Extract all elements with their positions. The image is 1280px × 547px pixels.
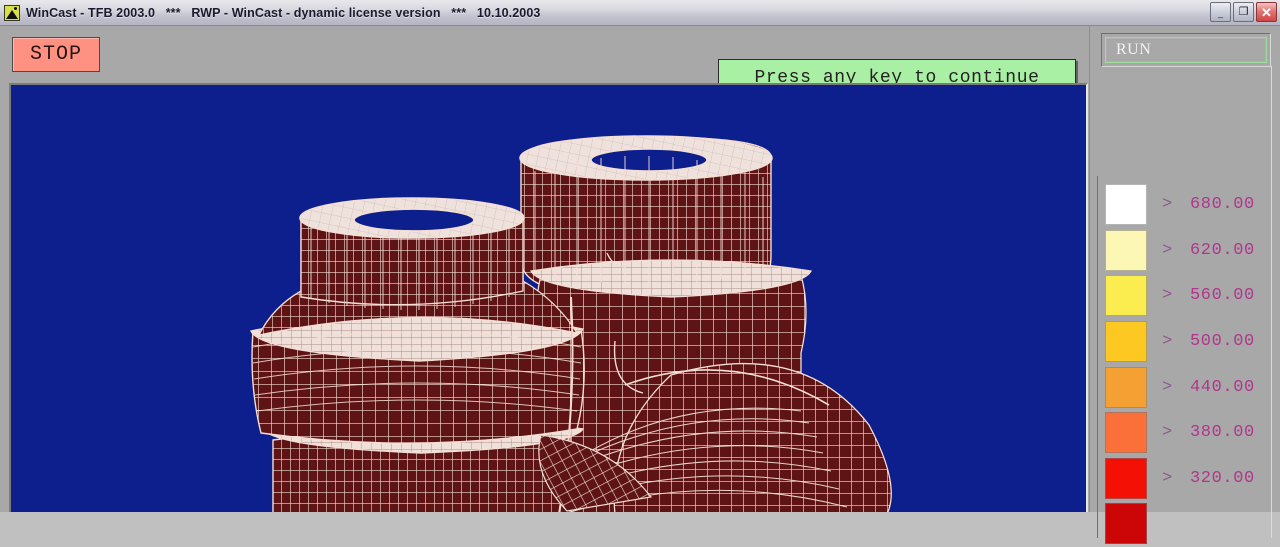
legend-threshold-value: 320.00 — [1190, 468, 1255, 488]
legend-threshold-value: 620.00 — [1190, 240, 1255, 260]
window-controls: _ ❐ ✕ — [1210, 2, 1277, 22]
wincast-app-icon — [4, 4, 20, 21]
legend-greater-than-icon: > — [1162, 332, 1173, 352]
legend-greater-than-icon: > — [1162, 377, 1173, 397]
stop-button-label: STOP — [29, 43, 82, 66]
stop-button[interactable]: STOP — [12, 37, 100, 72]
legend-greater-than-icon: > — [1162, 240, 1173, 260]
legend-threshold-value: 440.00 — [1190, 377, 1255, 397]
legend-color-swatch — [1105, 412, 1147, 454]
legend-row[interactable]: >680.00 — [1090, 182, 1280, 228]
legend-row[interactable] — [1090, 501, 1280, 547]
legend-greater-than-icon: > — [1162, 195, 1173, 215]
right-panel: RUN >680.00 >620.00 >560.00 >500.00 >440.00 >… — [1089, 26, 1280, 545]
minimize-icon: _ — [1217, 8, 1223, 18]
legend-threshold-value: 680.00 — [1190, 195, 1255, 215]
model-viewport[interactable] — [11, 85, 1086, 512]
legend-threshold-value: 500.00 — [1190, 332, 1255, 352]
legend-color-swatch — [1105, 366, 1147, 408]
legend-row[interactable]: >620.00 — [1090, 228, 1280, 274]
legend-row[interactable]: >500.00 — [1090, 319, 1280, 365]
toolbar: STOP Press any key to continue — [0, 26, 1089, 97]
legend-row[interactable]: >560.00 — [1090, 273, 1280, 319]
restore-icon: ❐ — [1238, 5, 1249, 18]
legend-color-swatch — [1105, 457, 1147, 499]
legend-greater-than-icon: > — [1162, 468, 1173, 488]
legend-threshold-value: 560.00 — [1190, 286, 1255, 306]
close-button[interactable]: ✕ — [1256, 2, 1277, 22]
legend-color-swatch — [1105, 321, 1147, 363]
legend-greater-than-icon: > — [1162, 286, 1173, 306]
legend-row[interactable]: >380.00 — [1090, 410, 1280, 456]
window-title: WinCast - TFB 2003.0 *** RWP - WinCast -… — [26, 5, 541, 20]
temperature-legend: >680.00 >620.00 >560.00 >500.00 >440.00 >380.… — [1090, 182, 1280, 547]
legend-row[interactable]: >440.00 — [1090, 364, 1280, 410]
minimize-button[interactable]: _ — [1210, 2, 1231, 22]
legend-greater-than-icon: > — [1162, 423, 1173, 443]
legend-color-swatch — [1105, 275, 1147, 317]
title-bar: WinCast - TFB 2003.0 *** RWP - WinCast -… — [0, 0, 1280, 26]
run-status-label: RUN — [1116, 41, 1152, 58]
viewport-frame — [9, 83, 1088, 512]
close-icon: ✕ — [1261, 4, 1272, 20]
legend-color-swatch — [1105, 184, 1147, 226]
run-status-box[interactable]: RUN — [1105, 37, 1267, 63]
restore-button[interactable]: ❐ — [1233, 2, 1254, 22]
legend-row[interactable]: >320.00 — [1090, 456, 1280, 502]
application-window: WinCast - TFB 2003.0 *** RWP - WinCast -… — [0, 0, 1280, 545]
wireframe-model — [11, 85, 1086, 512]
legend-color-swatch — [1105, 503, 1147, 545]
legend-color-swatch — [1105, 229, 1147, 271]
legend-threshold-value: 380.00 — [1190, 423, 1255, 443]
